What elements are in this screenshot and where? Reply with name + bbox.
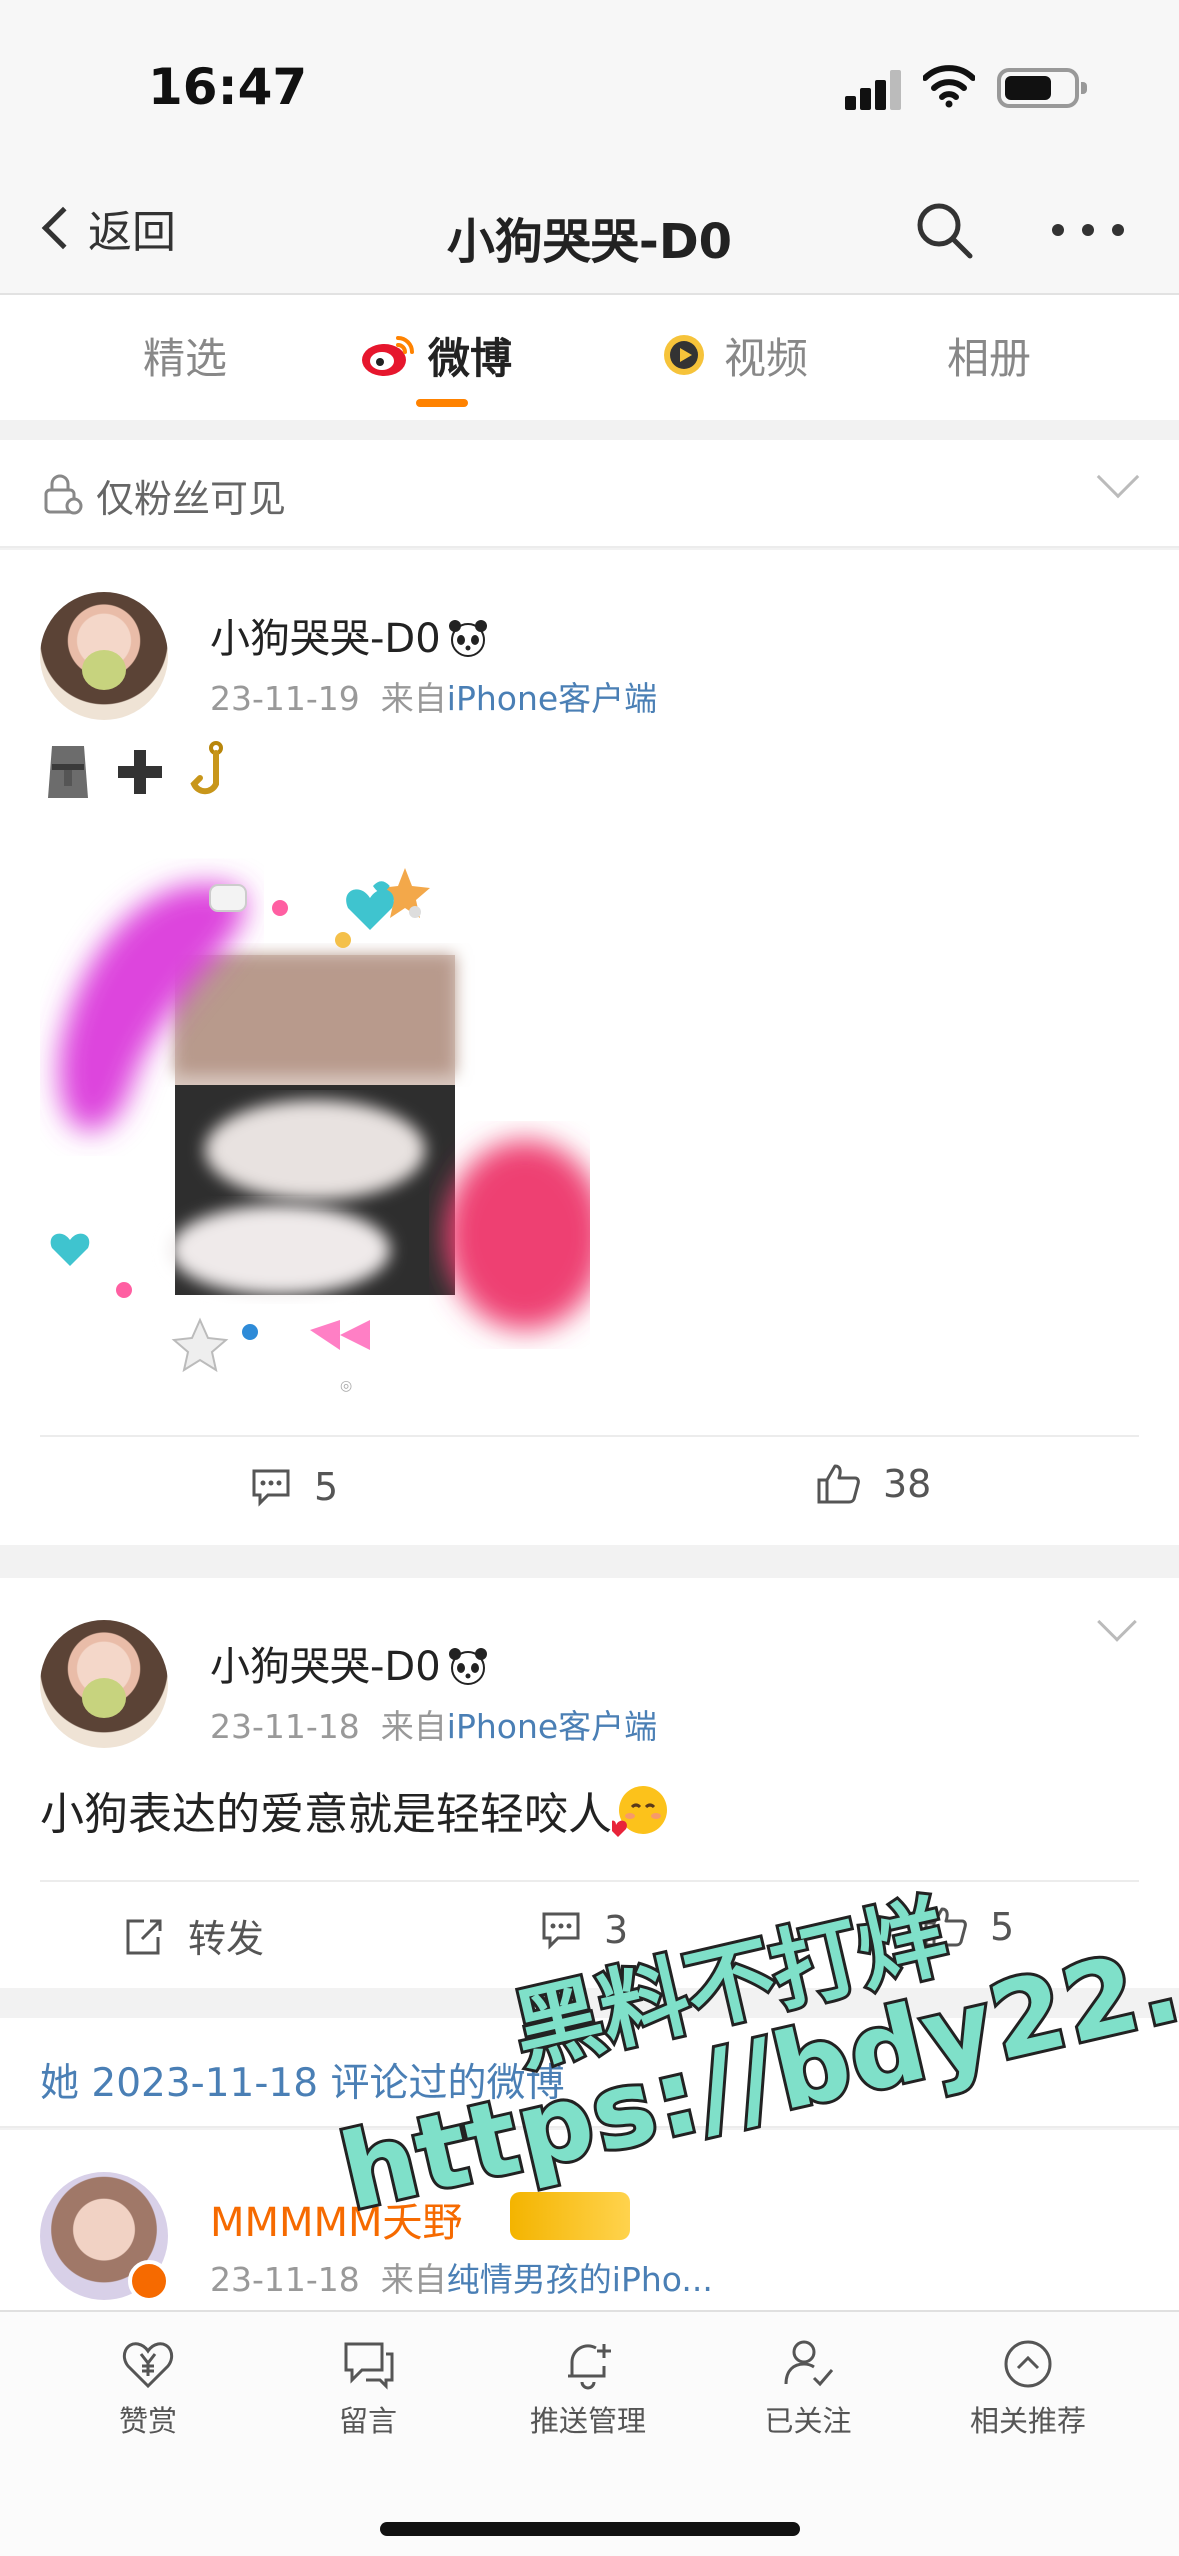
video-play-icon	[664, 335, 704, 375]
post-meta: 23-11-18 来自纯情男孩的iPho...	[210, 2253, 713, 2301]
hook-emoji-icon	[190, 741, 223, 795]
post-source[interactable]: iPhone客户端	[447, 1707, 657, 1746]
status-time: 16:47	[148, 58, 308, 116]
visibility-filter[interactable]: 仅粉丝可见	[0, 440, 1179, 548]
source-prefix: 来自	[380, 1707, 447, 1746]
chevron-down-icon[interactable]	[1096, 455, 1140, 499]
push-settings-button[interactable]: 推送管理	[488, 2336, 688, 2440]
filter-label: 仅粉丝可见	[96, 477, 287, 521]
profile-tabs: 精选 微博 视频 相册	[0, 295, 1179, 420]
post-author[interactable]: 小狗哭哭-D0	[210, 1634, 491, 1692]
bottom-item-label: 赞赏	[118, 2404, 177, 2438]
source-prefix: 来自	[380, 2260, 447, 2299]
like-button[interactable]: 38	[815, 1462, 931, 1506]
post-date: 23-11-18	[210, 2260, 360, 2299]
weibo-logo-icon	[362, 336, 414, 376]
post-source[interactable]: iPhone客户端	[447, 679, 657, 718]
author-name: 小狗哭哭-D0	[210, 1644, 441, 1690]
post-author[interactable]: 小狗哭哭-D0	[210, 606, 491, 664]
comment-icon	[542, 1912, 580, 1950]
home-indicator[interactable]	[380, 2522, 800, 2536]
post-source[interactable]: 纯情男孩的iPho...	[447, 2260, 713, 2299]
panda-emoji-icon	[448, 1648, 487, 1685]
post-text: 小狗表达的爱意就是轻轻咬人	[40, 1778, 670, 1842]
tab-label: 精选	[143, 333, 228, 383]
bottom-item-label: 推送管理	[529, 2404, 646, 2438]
status-bar: 16:47	[0, 0, 1179, 160]
thumbs-up-icon	[817, 1464, 860, 1504]
avatar[interactable]	[40, 1620, 168, 1748]
related-recommendations-button[interactable]: 相关推荐	[928, 2336, 1128, 2440]
yen-heart-icon	[122, 2342, 174, 2389]
like-count: 38	[883, 1462, 932, 1506]
author-name: 小狗哭哭-D0	[210, 616, 441, 662]
post-photo: ◎	[50, 868, 590, 1394]
lock-icon	[44, 474, 83, 515]
reward-button[interactable]: 赞赏	[48, 2336, 248, 2440]
chevron-down-icon[interactable]	[1097, 1602, 1137, 1642]
comment-icon	[252, 1469, 290, 1507]
moai-emoji-icon	[48, 746, 88, 798]
search-icon[interactable]	[912, 198, 976, 262]
smiling-heart-emoji-icon	[612, 1786, 667, 1837]
divider	[40, 1880, 1139, 1882]
battery-icon	[997, 68, 1087, 108]
chevron-up-circle-icon	[1004, 2340, 1052, 2388]
like-count: 5	[990, 1905, 1015, 1949]
divider	[40, 1435, 1139, 1437]
comment-button[interactable]: 5	[250, 1465, 338, 1509]
tab-featured[interactable]: 精选	[143, 325, 227, 385]
post-text-content: 小狗表达的爱意就是轻轻咬人	[40, 1789, 612, 1840]
more-options-icon[interactable]	[1052, 198, 1124, 262]
wifi-icon	[923, 65, 975, 108]
active-tab-indicator	[416, 399, 468, 407]
bell-plus-icon	[568, 2344, 611, 2390]
bottom-item-label: 留言	[338, 2404, 397, 2438]
svg-text:◎: ◎	[340, 1378, 352, 1394]
bottom-item-label: 已关注	[764, 2404, 852, 2438]
tab-label: 视频	[724, 333, 809, 383]
comment-count: 5	[314, 1465, 339, 1509]
bottom-action-bar: 赞赏 留言 推送管理 已关注 相关推荐	[0, 2310, 1179, 2556]
post-meta: 23-11-19 来自iPhone客户端	[210, 672, 657, 720]
tab-label: 微博	[428, 333, 513, 383]
share-icon	[126, 1919, 162, 1954]
post-image[interactable]: ◎	[40, 850, 590, 1400]
member-badge-icon	[510, 2192, 630, 2240]
post-meta: 23-11-18 来自iPhone客户端	[210, 1700, 657, 1748]
bottom-item-label: 相关推荐	[969, 2404, 1086, 2438]
source-prefix: 来自	[380, 679, 447, 718]
panda-emoji-icon	[448, 620, 487, 657]
message-icon	[344, 2342, 394, 2390]
message-button[interactable]: 留言	[268, 2336, 468, 2440]
plus-emoji-icon	[118, 750, 162, 794]
tab-label: 相册	[947, 333, 1032, 383]
post-card: 小狗哭哭-D0 23-11-18 来自iPhone客户端 小狗表达的爱意就是轻轻…	[0, 1578, 1179, 1988]
post-date: 23-11-19	[210, 679, 360, 718]
repost-label: 转发	[188, 1917, 265, 1961]
tab-video[interactable]: 视频	[656, 325, 808, 385]
app-root: 16:47 返回 小狗哭哭-D0 精选 微博 视频 相册 仅粉丝可见 小狗哭哭-…	[0, 0, 1179, 2556]
avatar[interactable]	[40, 592, 168, 720]
tab-weibo[interactable]: 微博	[360, 325, 512, 385]
post-emoji-text	[40, 740, 236, 804]
verified-badge-icon	[128, 2260, 170, 2302]
page-title: 小狗哭哭-D0	[446, 214, 733, 270]
user-check-icon	[784, 2340, 834, 2387]
post-date: 23-11-18	[210, 1707, 360, 1746]
nav-bar: 返回 小狗哭哭-D0	[0, 160, 1179, 295]
following-button[interactable]: 已关注	[708, 2336, 908, 2440]
tab-album[interactable]: 相册	[947, 325, 1031, 385]
cellular-signal-icon	[845, 70, 903, 110]
repost-button[interactable]: 转发	[122, 1908, 264, 1963]
